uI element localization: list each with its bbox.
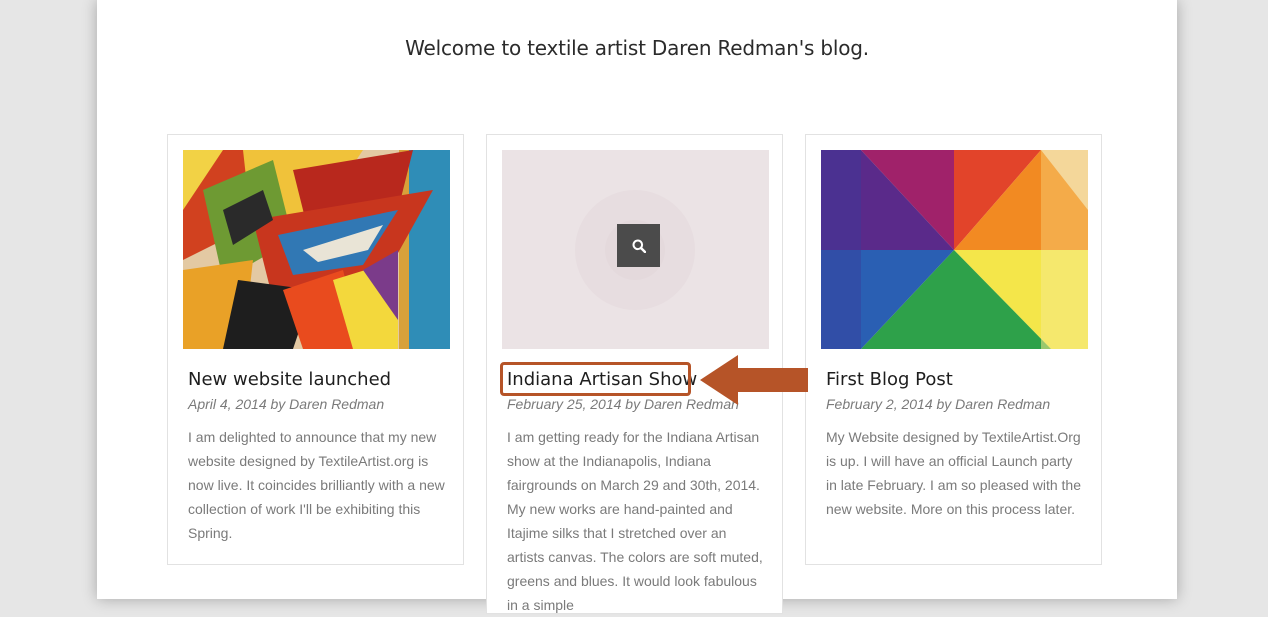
post-meta: February 2, 2014 by Daren Redman bbox=[826, 396, 1051, 412]
post-thumbnail-color-wheel[interactable] bbox=[821, 150, 1088, 349]
search-icon bbox=[632, 239, 646, 253]
post-card: First Blog Post February 2, 2014 by Dare… bbox=[805, 134, 1102, 565]
zoom-button[interactable] bbox=[617, 224, 660, 267]
welcome-heading: Welcome to textile artist Daren Redman's… bbox=[405, 36, 869, 60]
post-thumbnail-hover[interactable] bbox=[502, 150, 769, 349]
arrow-left-icon bbox=[700, 355, 808, 405]
page-container: Welcome to textile artist Daren Redman's… bbox=[97, 0, 1177, 614]
post-title[interactable]: First Blog Post bbox=[826, 369, 953, 390]
post-card: New website launched April 4, 2014 by Da… bbox=[167, 134, 464, 565]
post-excerpt: My Website designed by TextileArtist.Org… bbox=[826, 429, 1081, 517]
post-title[interactable]: New website launched bbox=[188, 369, 391, 390]
post-meta: April 4, 2014 by Daren Redman bbox=[188, 396, 385, 412]
post-thumbnail-abstract-quilt[interactable] bbox=[183, 150, 450, 349]
post-excerpt: I am getting ready for the Indiana Artis… bbox=[507, 429, 763, 613]
title-highlight-box bbox=[500, 362, 691, 396]
post-excerpt: I am delighted to announce that my new w… bbox=[188, 429, 445, 541]
